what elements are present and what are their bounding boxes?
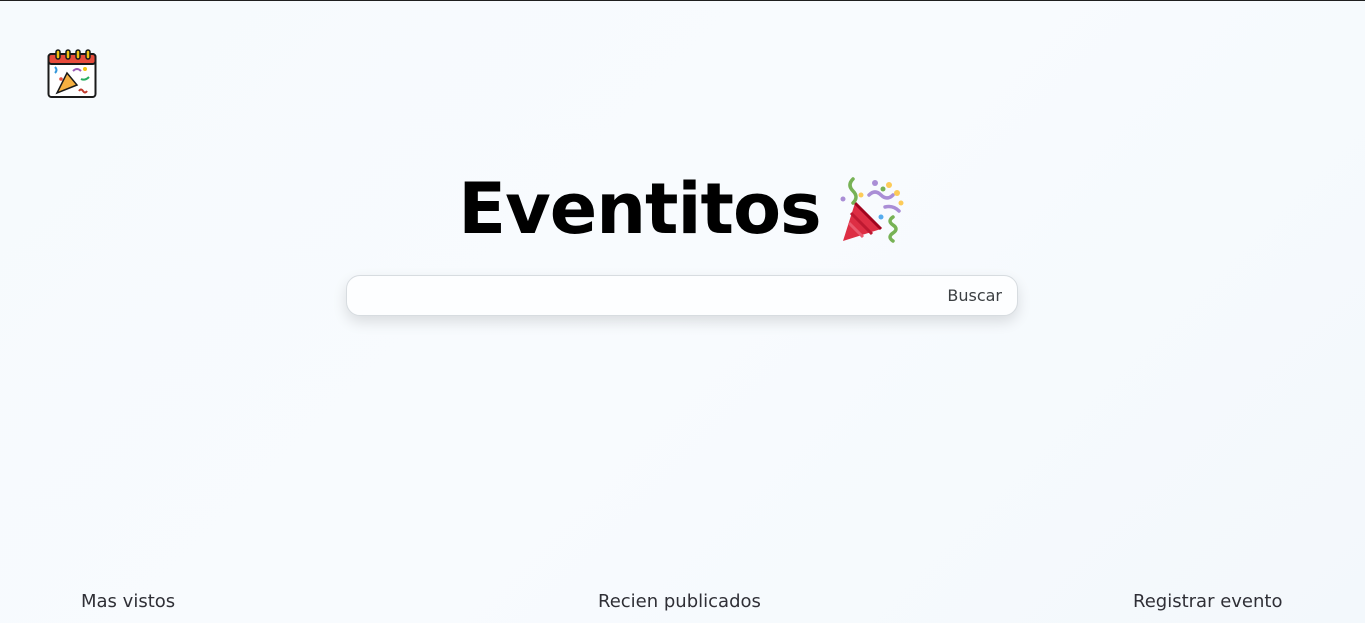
search-input[interactable]	[361, 276, 925, 317]
calendar-party-icon[interactable]	[47, 49, 97, 99]
search-bar: Buscar	[346, 275, 1018, 317]
party-popper-icon	[839, 177, 907, 245]
nav-link-registrar-evento[interactable]: Registrar evento	[1133, 590, 1282, 614]
nav-link-mas-vistos[interactable]: Mas vistos	[81, 590, 175, 614]
hero-heading: Eventitos	[0, 169, 1365, 249]
page-title: Eventitos	[458, 168, 821, 250]
search-button[interactable]: Buscar	[947, 276, 1002, 315]
nav-link-recien-publicados[interactable]: Recien publicados	[598, 590, 761, 614]
